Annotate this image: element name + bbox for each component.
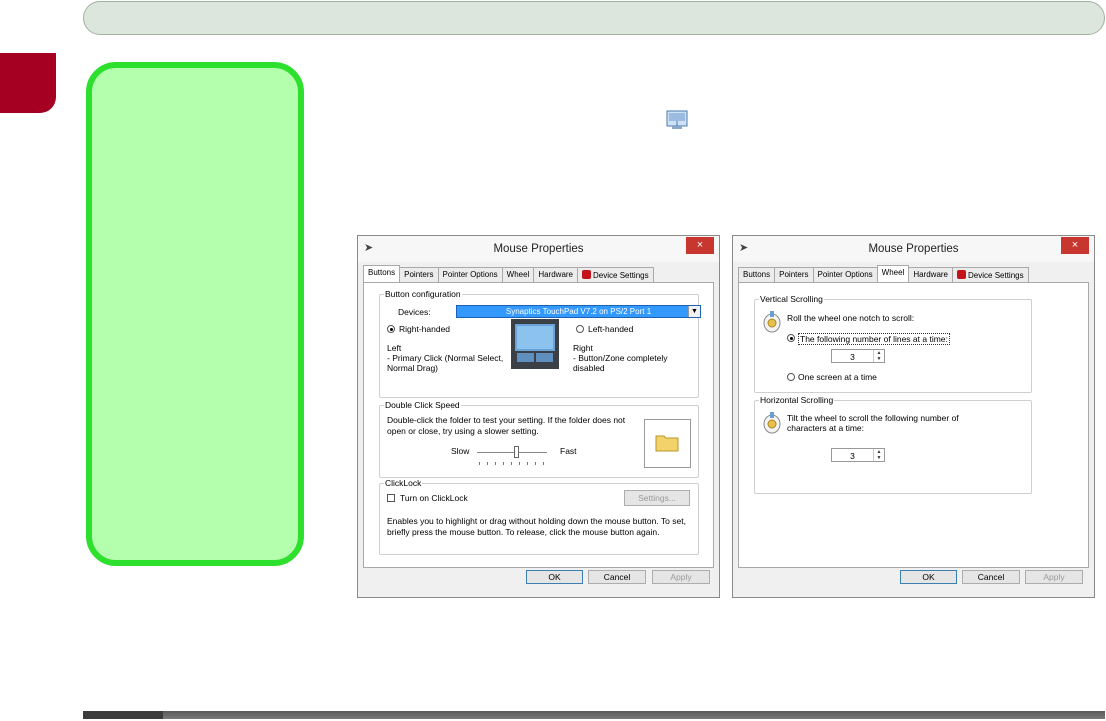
footer-bar-left: [83, 711, 163, 719]
dialog-titlebar: ➤ Mouse Properties ×: [733, 236, 1094, 262]
chevron-down-icon[interactable]: ▼: [688, 306, 700, 317]
tab-pointers[interactable]: Pointers: [399, 267, 439, 282]
dialog-title: Mouse Properties: [868, 243, 959, 255]
scroll-wheel-icon: [763, 311, 781, 333]
clicklock-description: Enables you to highlight or drag without…: [387, 516, 686, 537]
tab-hardware[interactable]: Hardware: [533, 267, 579, 282]
right-handed-radio[interactable]: [387, 325, 395, 333]
tab-buttons[interactable]: Buttons: [363, 265, 401, 282]
left-handed-label: Left-handed: [588, 324, 634, 334]
tab-wheel[interactable]: Wheel: [876, 265, 910, 282]
slider-ticks: [479, 462, 545, 465]
tab-pointers[interactable]: Pointers: [774, 267, 814, 282]
folder-icon: [655, 435, 679, 452]
right-button-description: Right - Button/Zone completely disabled: [573, 343, 668, 373]
group-label: ClickLock: [384, 478, 423, 488]
double-click-speed-group: Double Click Speed Double-click the fold…: [379, 400, 699, 478]
group-label: Double Click Speed: [384, 400, 461, 410]
one-screen-label: One screen at a time: [798, 372, 877, 382]
spinner-arrows-icon[interactable]: ▲ ▼: [873, 350, 884, 362]
synaptics-icon: [582, 270, 592, 279]
tab-device-settings-label: Device Settings: [968, 271, 1024, 280]
clicklock-group: ClickLock Turn on ClickLock Settings... …: [379, 478, 699, 555]
tilt-wheel-icon: [763, 412, 781, 434]
synaptics-icon: [957, 270, 967, 279]
lines-spinner-value: 3: [850, 352, 855, 362]
left-handed-radio[interactable]: [576, 325, 584, 333]
left-button-description: Left - Primary Click (Normal Select, Nor…: [387, 343, 504, 373]
tab-device-settings[interactable]: Device Settings: [952, 267, 1029, 282]
tab-strip: Buttons Pointers Pointer Options Wheel H…: [738, 265, 1029, 282]
vertical-scrolling-group: Vertical Scrolling Roll the wheel one no…: [754, 294, 1032, 393]
apply-button[interactable]: Apply: [1025, 570, 1083, 584]
ok-button[interactable]: OK: [900, 570, 957, 584]
tab-device-settings-label: Device Settings: [593, 271, 649, 280]
tab-buttons[interactable]: Buttons: [738, 267, 776, 282]
clicklock-label: Turn on ClickLock: [400, 493, 468, 503]
tab-panel: Button configuration Devices: Synaptics …: [363, 282, 714, 568]
cancel-button[interactable]: Cancel: [962, 570, 1020, 584]
apply-button[interactable]: Apply: [652, 570, 710, 584]
vertical-scroll-description: Roll the wheel one notch to scroll:: [787, 313, 915, 323]
tab-hardware[interactable]: Hardware: [908, 267, 954, 282]
ok-button[interactable]: OK: [526, 570, 583, 584]
mouse-properties-dialog-buttons: ➤ Mouse Properties × Buttons Pointers Po…: [357, 235, 720, 598]
tab-panel: Vertical Scrolling Roll the wheel one no…: [738, 282, 1089, 568]
one-screen-radio[interactable]: [787, 373, 795, 381]
button-configuration-group: Button configuration Devices: Synaptics …: [379, 289, 701, 398]
close-button[interactable]: ×: [1061, 237, 1089, 254]
horizontal-scroll-description: Tilt the wheel to scroll the following n…: [787, 413, 959, 433]
touchpad-image: [511, 319, 559, 369]
slow-label: Slow: [451, 446, 470, 456]
tab-device-settings[interactable]: Device Settings: [577, 267, 654, 282]
fast-label: Fast: [560, 446, 577, 456]
lines-at-a-time-label: The following number of lines at a time:: [798, 333, 950, 345]
cancel-button[interactable]: Cancel: [588, 570, 646, 584]
header-bar: [83, 1, 1105, 35]
spinner-arrows-icon[interactable]: ▲ ▼: [873, 449, 884, 461]
tab-pointer-options[interactable]: Pointer Options: [812, 267, 878, 282]
close-button[interactable]: ×: [686, 237, 714, 254]
tab-wheel[interactable]: Wheel: [501, 267, 535, 282]
dialog-title: Mouse Properties: [493, 243, 584, 255]
devices-label: Devices:: [398, 307, 431, 317]
dialog-titlebar: ➤ Mouse Properties ×: [358, 236, 719, 262]
characters-spinner-value: 3: [850, 451, 855, 461]
test-folder-box[interactable]: [644, 419, 691, 468]
right-handed-label: Right-handed: [399, 324, 451, 334]
double-click-description: Double-click the folder to test your set…: [387, 415, 626, 436]
mouse-properties-dialog-wheel: ➤ Mouse Properties × Buttons Pointers Po…: [732, 235, 1095, 598]
clicklock-settings-button[interactable]: Settings...: [624, 490, 690, 506]
footer-bar: [83, 711, 1105, 719]
devices-select-value: Synaptics TouchPad V7.2 on PS/2 Port 1: [505, 307, 652, 316]
clicklock-checkbox[interactable]: [387, 494, 395, 502]
lines-spinner[interactable]: 3 ▲ ▼: [831, 349, 885, 363]
horizontal-scrolling-group: Horizontal Scrolling Tilt the wheel to s…: [754, 395, 1032, 494]
mouse-properties-icon: [666, 110, 688, 129]
tab-strip: Buttons Pointers Pointer Options Wheel H…: [363, 265, 654, 282]
double-click-slider-track: [477, 452, 547, 453]
devices-select[interactable]: Synaptics TouchPad V7.2 on PS/2 Port 1 ▼: [456, 305, 701, 318]
tab-pointer-options[interactable]: Pointer Options: [437, 267, 503, 282]
characters-spinner[interactable]: 3 ▲ ▼: [831, 448, 885, 462]
group-label: Vertical Scrolling: [759, 294, 824, 304]
note-box: [86, 62, 304, 566]
chapter-tab: [0, 53, 56, 113]
group-label: Button configuration: [384, 289, 462, 299]
group-label: Horizontal Scrolling: [759, 395, 835, 405]
double-click-slider-thumb[interactable]: [514, 446, 519, 458]
lines-at-a-time-radio[interactable]: [787, 334, 795, 342]
